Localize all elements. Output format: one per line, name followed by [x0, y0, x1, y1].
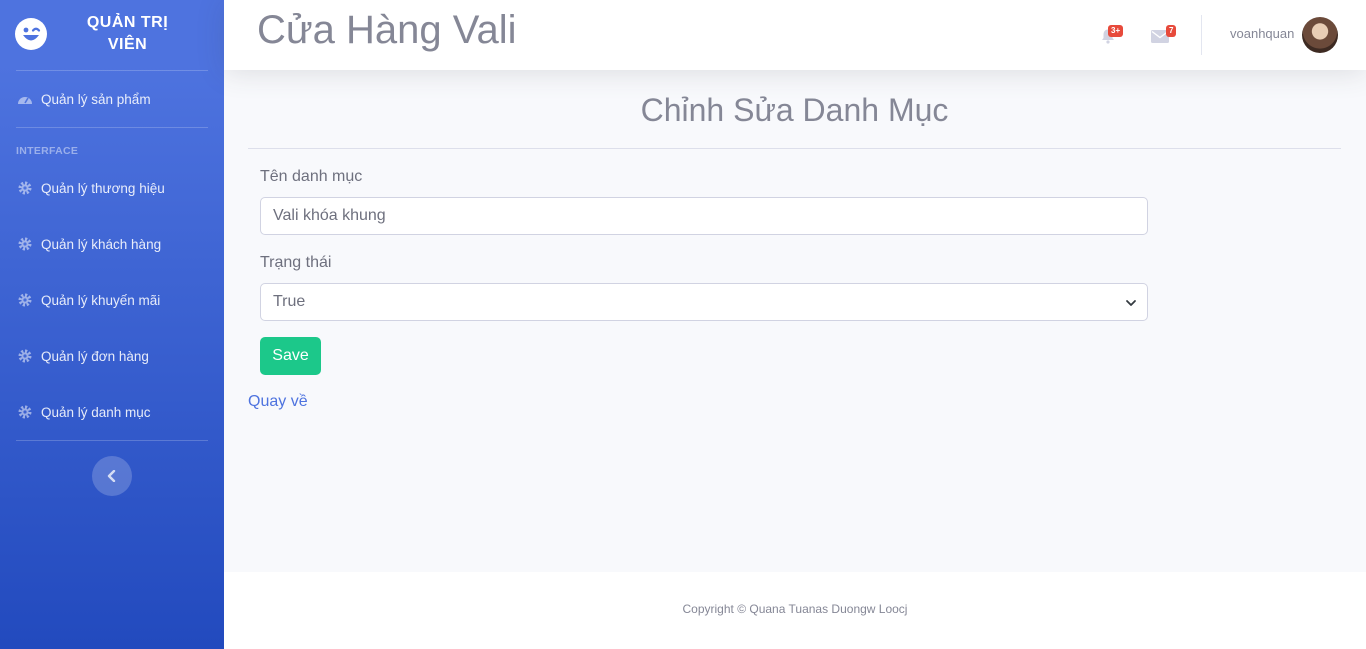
- status-label: Trạng thái: [260, 254, 332, 271]
- tachometer-icon: [17, 91, 33, 107]
- sidebar-item-brands[interactable]: Quản lý thương hiệu: [0, 168, 224, 208]
- category-name-label: Tên danh mục: [260, 168, 363, 185]
- topbar: Cửa Hàng Vali 3+ 7 voanhquan: [224, 0, 1366, 70]
- gear-icon: [17, 236, 33, 252]
- sidebar-item-categories[interactable]: Quản lý danh mục: [0, 392, 224, 432]
- chevron-down-icon: [1126, 300, 1136, 306]
- alerts-button[interactable]: 3+: [1097, 22, 1124, 48]
- sidebar-heading: INTERFACE: [16, 145, 79, 157]
- brand-title: QUẢN TRỊ VIÊN: [86, 14, 169, 53]
- alerts-badge: 3+: [1108, 25, 1124, 37]
- sidebar-item-label: Quản lý đơn hàng: [41, 348, 149, 364]
- sidebar-item-label: Quản lý sản phẩm: [41, 91, 151, 107]
- sidebar-item-orders[interactable]: Quản lý đơn hàng: [0, 336, 224, 376]
- copyright-text: Copyright © Quana Tuanas Duongw Loocj: [682, 602, 908, 616]
- sidebar-item-label: Quản lý thương hiệu: [41, 180, 165, 196]
- sidebar-item-products[interactable]: Quản lý sản phẩm: [0, 79, 224, 119]
- status-select[interactable]: True: [260, 283, 1148, 321]
- category-name-input[interactable]: Vali khóa khung: [260, 197, 1148, 235]
- gear-icon: [17, 404, 33, 420]
- user-name[interactable]: voanhquan: [1230, 26, 1294, 41]
- laugh-wink-icon: [15, 18, 47, 50]
- sidebar-item-label: Quản lý danh mục: [41, 404, 151, 420]
- gear-icon: [17, 348, 33, 364]
- sidebar-brand[interactable]: QUẢN TRỊ VIÊN: [0, 0, 224, 70]
- sidebar-item-label: Quản lý khuyến mãi: [41, 292, 161, 308]
- topbar-divider: [1201, 15, 1202, 55]
- status-selected-value: True: [273, 293, 306, 310]
- sidebar-divider: [16, 127, 208, 128]
- heading-divider: [248, 148, 1341, 149]
- back-link[interactable]: Quay về: [248, 393, 308, 411]
- messages-button[interactable]: 7: [1149, 22, 1177, 48]
- messages-badge: 7: [1166, 25, 1177, 37]
- sidebar: QUẢN TRỊ VIÊN Quản lý sản phẩm INTERFACE…: [0, 0, 224, 649]
- page-title: Cửa Hàng Vali: [257, 8, 517, 52]
- sidebar-item-customers[interactable]: Quản lý khách hàng: [0, 224, 224, 264]
- sidebar-toggle-button[interactable]: [92, 456, 132, 496]
- chevron-left-icon: [107, 470, 116, 482]
- gear-icon: [17, 292, 33, 308]
- footer: Copyright © Quana Tuanas Duongw Loocj: [224, 572, 1366, 649]
- category-name-value: Vali khóa khung: [273, 207, 386, 224]
- sidebar-divider: [16, 440, 208, 441]
- form-heading: Chỉnh Sửa Danh Mục: [640, 92, 949, 128]
- sidebar-divider: [16, 70, 208, 71]
- avatar[interactable]: [1302, 17, 1338, 53]
- sidebar-item-promotions[interactable]: Quản lý khuyến mãi: [0, 280, 224, 320]
- gear-icon: [17, 180, 33, 196]
- save-button[interactable]: Save: [260, 337, 321, 375]
- sidebar-item-label: Quản lý khách hàng: [41, 236, 162, 252]
